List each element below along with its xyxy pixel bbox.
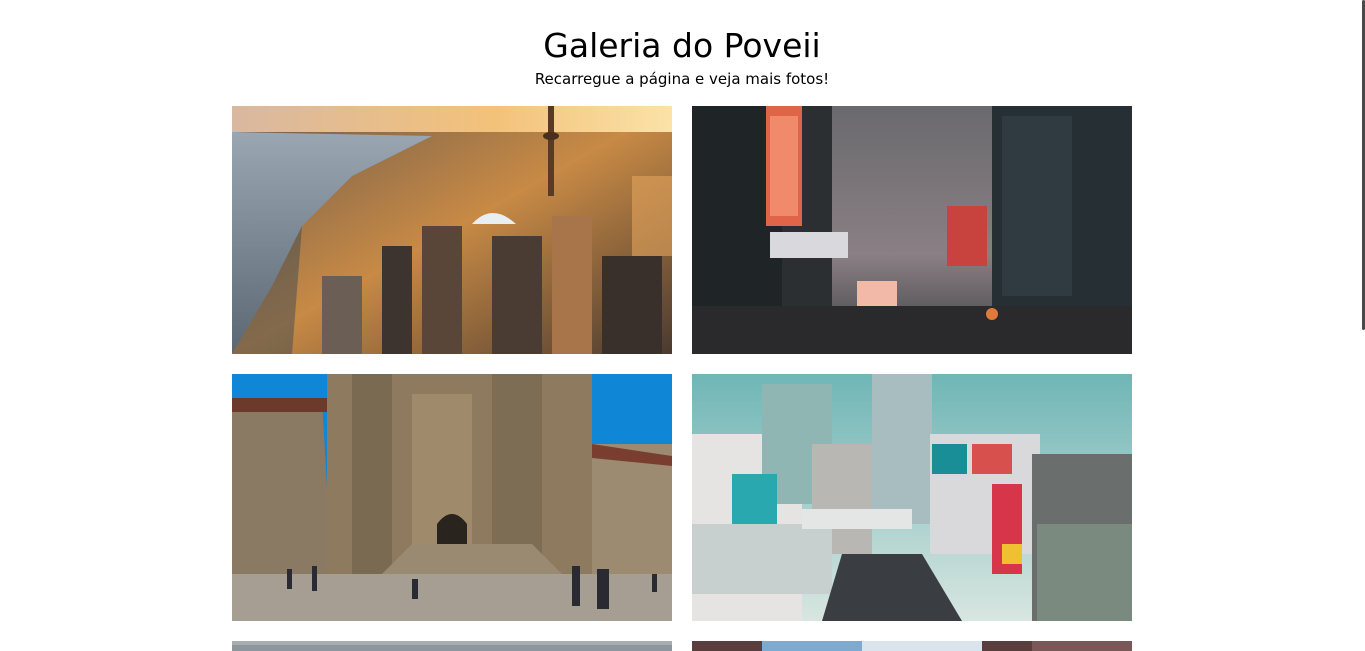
gallery-photo-2[interactable] bbox=[692, 106, 1132, 354]
page-subtitle: Recarregue a página e veja mais fotos! bbox=[534, 70, 830, 88]
cathedral-plaza-photo bbox=[232, 374, 672, 621]
gallery-photo-5[interactable] bbox=[232, 641, 672, 651]
aerial-city-sunset-photo bbox=[232, 106, 672, 354]
gallery-photo-6[interactable] bbox=[692, 641, 1132, 651]
foggy-night-street-photo bbox=[692, 106, 1132, 354]
page-title: Galeria do Poveii bbox=[543, 26, 821, 65]
gallery-photo-4[interactable] bbox=[692, 374, 1132, 621]
gallery-photo-3[interactable] bbox=[232, 374, 672, 621]
city-buildings-photo bbox=[692, 641, 1132, 651]
gallery-photo-1[interactable] bbox=[232, 106, 672, 354]
cloudy-sky-photo bbox=[232, 641, 672, 651]
busy-city-crossing-photo bbox=[692, 374, 1132, 621]
page-scrollbar[interactable] bbox=[1360, 0, 1365, 651]
